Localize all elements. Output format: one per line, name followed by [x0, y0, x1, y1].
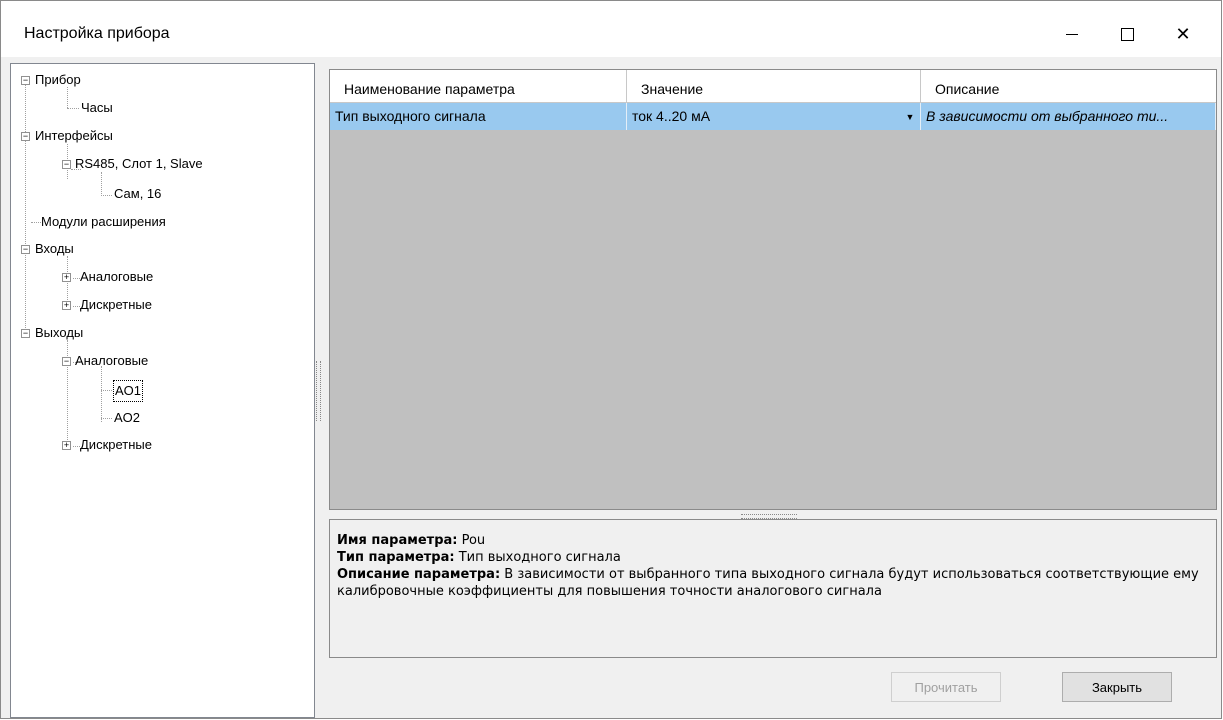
- detail-type-value: Тип выходного сигнала: [454, 550, 621, 565]
- detail-desc-label: Описание параметра:: [337, 567, 501, 582]
- settings-window: Настройка прибора ✕ − Прибор Часы − Инте…: [0, 0, 1222, 719]
- grid-header: Наименование параметра Значение Описание: [330, 70, 1216, 103]
- parameters-grid[interactable]: Наименование параметра Значение Описание…: [329, 69, 1217, 510]
- cell-param-description[interactable]: В зависимости от выбранного ти...: [921, 103, 1216, 130]
- read-button[interactable]: Прочитать: [891, 672, 1001, 702]
- collapse-icon[interactable]: −: [21, 132, 30, 141]
- tree-item-interfaces[interactable]: Интерфейсы: [35, 126, 113, 146]
- value-dropdown-text: ток 4..20 мА: [632, 108, 711, 124]
- detail-name-label: Имя параметра:: [337, 533, 458, 548]
- tree-line: [67, 108, 79, 109]
- minimize-button[interactable]: [1049, 15, 1095, 53]
- collapse-icon[interactable]: −: [21, 245, 30, 254]
- tree-line: [73, 306, 80, 307]
- collapse-icon[interactable]: −: [21, 76, 30, 85]
- value-dropdown[interactable]: ток 4..20 мА: [627, 103, 921, 130]
- tree-item-rs485[interactable]: RS485, Слот 1, Slave: [75, 154, 203, 174]
- expand-icon[interactable]: +: [62, 441, 71, 450]
- tree-item-outputs-analog[interactable]: Аналоговые: [75, 351, 148, 371]
- tree-item-self[interactable]: Сам, 16: [114, 184, 161, 204]
- cell-param-name[interactable]: Тип выходного сигнала: [330, 103, 627, 130]
- table-row[interactable]: Тип выходного сигнала ток 4..20 мА ▼ В з…: [330, 103, 1216, 130]
- tree-item-device[interactable]: Прибор: [35, 70, 81, 90]
- device-tree[interactable]: − Прибор Часы − Интерфейсы − RS485, Слот…: [10, 63, 315, 718]
- collapse-icon[interactable]: −: [62, 160, 71, 169]
- collapse-icon[interactable]: −: [62, 357, 71, 366]
- maximize-button[interactable]: [1104, 15, 1150, 53]
- tree-item-outputs[interactable]: Выходы: [35, 323, 83, 343]
- tree-item-clock[interactable]: Часы: [81, 98, 113, 118]
- vertical-splitter[interactable]: [316, 361, 321, 421]
- tree-item-outputs-discrete[interactable]: Дискретные: [80, 435, 152, 455]
- close-button[interactable]: Закрыть: [1062, 672, 1172, 702]
- detail-name-value: Pou: [457, 533, 486, 548]
- title-bar: Настройка прибора ✕: [1, 1, 1221, 57]
- tree-item-inputs-analog[interactable]: Аналоговые: [80, 267, 153, 287]
- tree-item-ao1[interactable]: AO1: [113, 380, 144, 402]
- tree-line: [101, 172, 102, 196]
- column-header-description[interactable]: Описание: [921, 70, 1216, 102]
- collapse-icon[interactable]: −: [21, 329, 30, 338]
- detail-type-label: Тип параметра:: [337, 550, 455, 565]
- tree-line: [101, 418, 112, 419]
- tree-item-inputs-discrete[interactable]: Дискретные: [80, 295, 152, 315]
- expand-icon[interactable]: +: [62, 301, 71, 310]
- detail-desc-line: Описание параметра: В зависимости от выб…: [337, 566, 1216, 600]
- minimize-icon: [1066, 33, 1078, 35]
- parameter-details: Имя параметра: Pou Тип параметра: Тип вы…: [329, 519, 1217, 658]
- tree-line: [101, 195, 112, 196]
- tree-line: [73, 278, 80, 279]
- tree-item-ao2[interactable]: AO2: [114, 408, 140, 428]
- tree-line: [25, 84, 26, 334]
- expand-icon[interactable]: +: [62, 273, 71, 282]
- detail-name-line: Имя параметра: Pou: [337, 532, 1216, 549]
- column-header-value[interactable]: Значение: [627, 70, 921, 102]
- tree-line: [101, 390, 112, 391]
- tree-line: [101, 366, 102, 422]
- maximize-icon: [1120, 27, 1134, 41]
- tree-line: [31, 222, 41, 223]
- close-icon: ✕: [1175, 23, 1191, 44]
- detail-type-line: Тип параметра: Тип выходного сигнала: [337, 549, 1216, 566]
- tree-item-inputs[interactable]: Входы: [35, 239, 74, 259]
- window-title: Настройка прибора: [24, 25, 170, 42]
- tree-item-expansion-modules[interactable]: Модули расширения: [41, 212, 166, 232]
- column-header-name[interactable]: Наименование параметра: [330, 70, 627, 102]
- tree-line: [73, 446, 80, 447]
- tree-line: [67, 87, 68, 108]
- close-window-button[interactable]: ✕: [1160, 15, 1206, 53]
- chevron-down-icon[interactable]: ▼: [900, 103, 920, 130]
